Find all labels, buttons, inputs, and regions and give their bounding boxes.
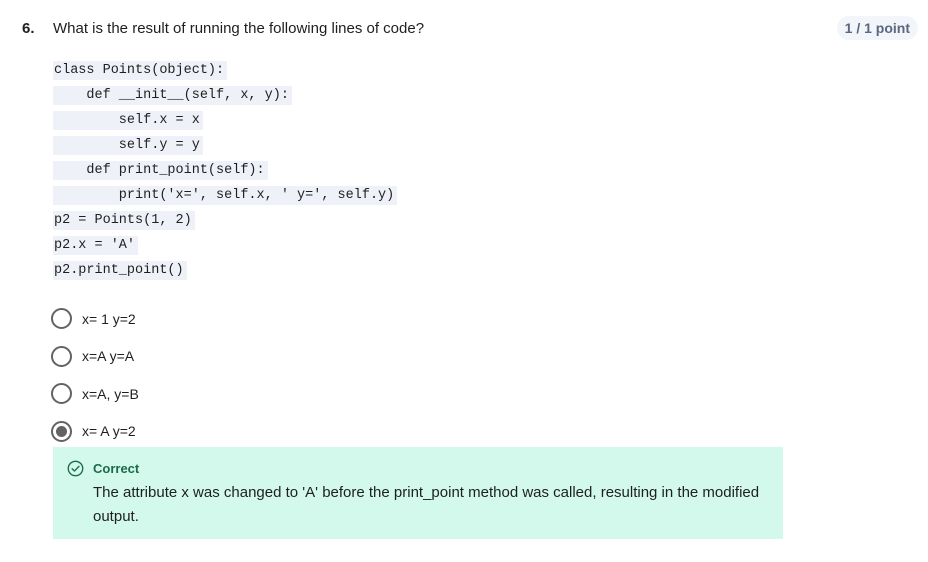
code-text: class Points(object): (53, 61, 228, 80)
radio-button[interactable] (51, 308, 72, 330)
code-line: def print_point(self): (53, 160, 397, 185)
code-text: self.x = x (53, 111, 203, 130)
radio-button-selected[interactable] (51, 420, 72, 442)
option-2[interactable]: x=A y=A (51, 338, 139, 376)
code-text: def __init__(self, x, y): (53, 86, 292, 105)
code-line: self.y = y (53, 135, 397, 160)
feedback-text: The attribute x was changed to 'A' befor… (93, 484, 760, 525)
check-circle-icon (67, 460, 84, 477)
option-4[interactable]: x= A y=2 (51, 413, 139, 451)
option-label: x= 1 y=2 (82, 310, 136, 327)
option-1[interactable]: x= 1 y=2 (51, 300, 139, 338)
radio-button[interactable] (51, 345, 72, 367)
radio-button[interactable] (51, 383, 72, 405)
code-text: p2 = Points(1, 2) (53, 211, 195, 230)
feedback-panel: Correct The attribute x was changed to '… (53, 447, 783, 539)
question-number: 6. (22, 20, 35, 37)
option-label: x= A y=2 (82, 423, 136, 440)
code-line: self.x = x (53, 110, 397, 135)
feedback-title: Correct (93, 461, 140, 476)
code-line: p2.print_point() (53, 260, 397, 285)
code-text: print('x=', self.x, ' y=', self.y) (53, 186, 398, 205)
option-3[interactable]: x=A, y=B (51, 375, 139, 413)
option-label: x=A, y=B (82, 385, 139, 402)
code-text: p2.print_point() (53, 261, 187, 280)
code-line: print('x=', self.x, ' y=', self.y) (53, 185, 398, 210)
code-line: class Points(object): (53, 60, 397, 85)
points-badge: 1 / 1 point (836, 16, 918, 40)
code-line: def __init__(self, x, y): (53, 85, 397, 110)
code-line: p2.x = 'A' (53, 235, 397, 260)
code-text: self.y = y (53, 136, 203, 155)
answer-options: x= 1 y=2 x=A y=A x=A, y=B x= A y=2 (51, 300, 139, 450)
code-text: def print_point(self): (53, 161, 268, 180)
code-text: p2.x = 'A' (53, 236, 139, 255)
code-block: class Points(object): def __init__(self,… (53, 60, 398, 285)
code-line: p2 = Points(1, 2) (53, 210, 397, 235)
option-label: x=A y=A (82, 348, 135, 365)
question-text: What is the result of running the follow… (53, 20, 425, 37)
